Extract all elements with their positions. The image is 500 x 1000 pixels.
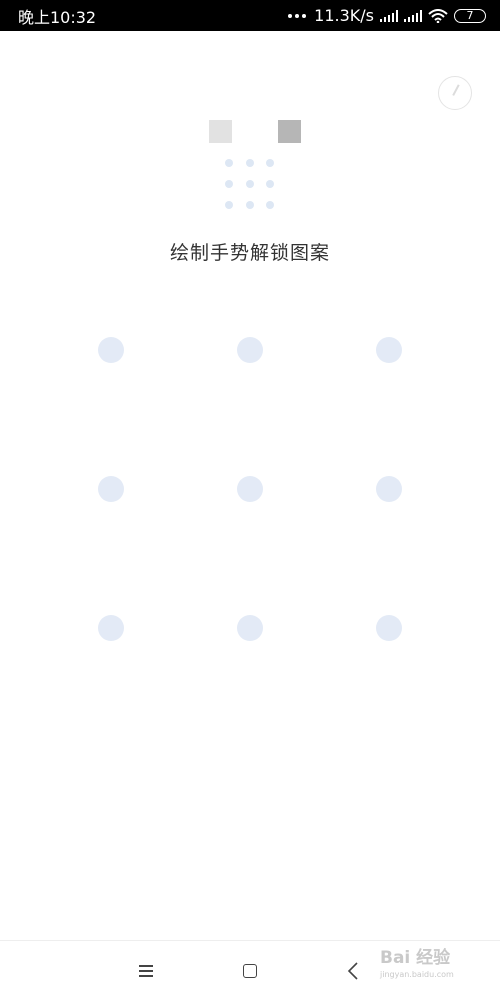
instruction-text: 绘制手势解锁图案 (169, 242, 330, 264)
pattern-node-8[interactable] (237, 615, 263, 641)
preview-dot (225, 159, 233, 167)
pattern-node-4[interactable] (98, 476, 124, 502)
signal-strength-icon-1 (380, 9, 398, 22)
loading-spinner-icon[interactable] (438, 76, 472, 110)
pattern-node-7[interactable] (98, 615, 124, 641)
preview-dot (246, 201, 254, 209)
preview-dot (225, 201, 233, 209)
signal-strength-icon-2 (404, 9, 422, 22)
pattern-node-2[interactable] (237, 337, 263, 363)
preview-dot (246, 159, 254, 167)
preview-dot (266, 159, 274, 167)
pattern-node-5[interactable] (237, 476, 263, 502)
preview-square-right (278, 120, 301, 143)
preview-dot (266, 201, 274, 209)
menu-icon[interactable] (139, 965, 153, 977)
wifi-icon (428, 8, 448, 23)
status-bar: 晚上10:32 11.3K/s 7 (0, 0, 500, 31)
preview-dot (266, 180, 274, 188)
pattern-node-1[interactable] (98, 337, 124, 363)
pattern-node-3[interactable] (376, 337, 402, 363)
back-icon[interactable] (346, 961, 360, 981)
baidu-watermark: Bai 经验 jingyan.baidu.com (380, 950, 495, 994)
network-speed: 11.3K/s (314, 6, 374, 25)
status-indicators: 11.3K/s 7 (288, 6, 486, 25)
pattern-node-6[interactable] (376, 476, 402, 502)
battery-level: 7 (466, 9, 474, 22)
home-icon[interactable] (243, 964, 257, 978)
watermark-url: jingyan.baidu.com (380, 970, 454, 979)
status-time: 晚上10:32 (18, 7, 97, 27)
more-notifications-icon (288, 13, 307, 18)
watermark-brand: Bai 经验 (380, 948, 451, 968)
preview-square-left (209, 120, 232, 143)
battery-icon: 7 (454, 8, 486, 23)
preview-dot (246, 180, 254, 188)
pattern-node-9[interactable] (376, 615, 402, 641)
preview-dot (225, 180, 233, 188)
